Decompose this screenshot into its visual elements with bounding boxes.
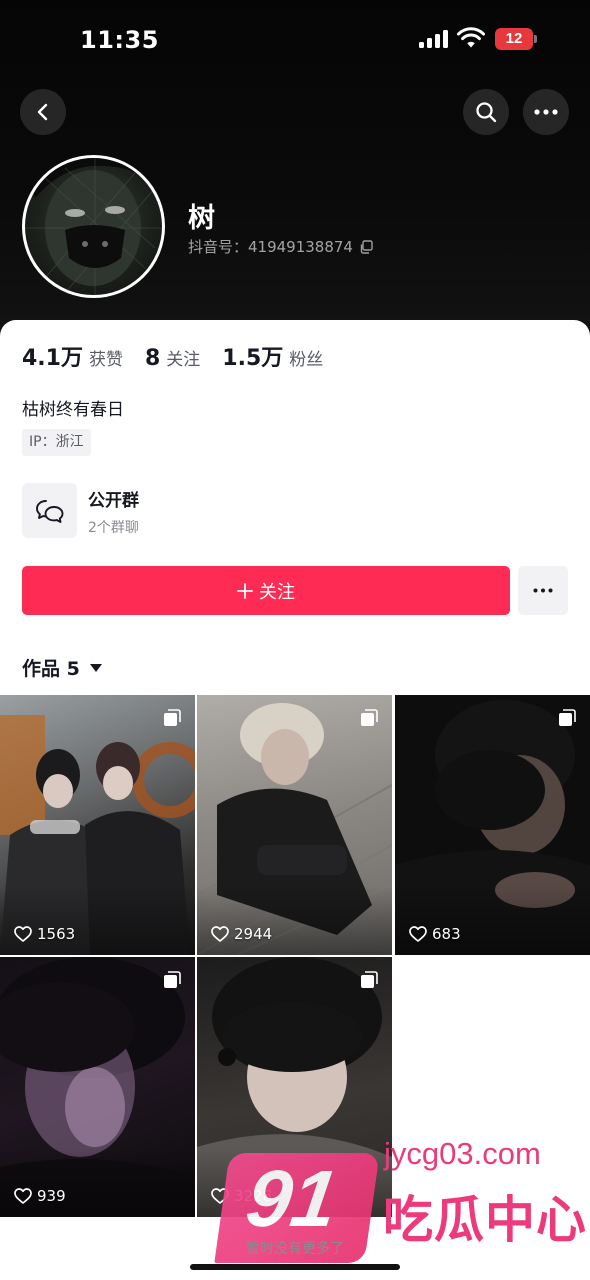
video-tile[interactable]: 683 [395,695,590,955]
video-tile[interactable]: 2944 [197,695,392,955]
stat-label: 关注 [166,350,201,370]
battery-icon: 12 [495,28,537,50]
douyin-id-text: 抖音号：41949138874 [188,238,353,256]
follow-button-label: 关注 [259,581,295,603]
video-tile[interactable]: 1563 [0,695,195,955]
avatar[interactable] [22,155,165,298]
group-title[interactable]: 公开群 [88,486,139,511]
works-tab-label: 作品 5 [22,658,80,680]
stat-label: 获赞 [88,350,123,370]
stat-value: 8 [144,346,161,371]
chevron-left-icon [37,103,48,121]
multi-image-icon [361,709,378,726]
more-dots-icon [533,588,553,593]
douyin-id-row: 抖音号：41949138874 [188,236,373,257]
status-bar: 11:35 12 [0,0,590,80]
video-likes: 2944 [211,925,272,943]
video-likes: 683 [409,925,461,943]
multi-image-icon [164,971,181,988]
plus-icon [237,582,253,599]
video-likes-count: 1563 [37,925,76,943]
more-dots-icon [534,109,558,115]
heart-icon [409,926,427,942]
search-button[interactable] [463,89,509,135]
group-chat-button[interactable] [22,483,77,538]
video-likes-count: 939 [37,1187,66,1205]
ip-location-tag: IP：浙江 [22,429,91,456]
more-actions-button[interactable] [518,566,568,615]
stat-value: 4.1万 [22,346,83,371]
cellular-signal-icon [419,30,449,48]
no-more-content-text: 暂时没有更多了 [246,1241,344,1257]
profile-bio: 枯树终有春日 [22,400,124,420]
watermark-logo-number: 91 [241,1154,343,1243]
heart-icon [14,926,32,942]
more-options-button[interactable] [523,89,569,135]
multi-image-icon [164,709,181,726]
video-likes: 1563 [14,925,75,943]
video-likes: 939 [14,1187,66,1205]
stat-label: 粉丝 [289,350,324,370]
caret-down-icon [89,663,102,672]
stat-likes[interactable]: 4.1万 获赞 [22,340,123,372]
copy-icon[interactable] [359,239,373,254]
status-time: 11:35 [80,26,159,54]
video-likes-count: 683 [432,925,461,943]
profile-stats: 4.1万 获赞 8 关注 1.5万 粉丝 [22,340,323,372]
search-icon [476,102,497,123]
stat-following[interactable]: 8 关注 [145,345,200,371]
chat-bubbles-icon [35,499,63,523]
group-subtitle: 2个群聊 [88,520,139,536]
avatar-image [25,158,162,295]
works-tab[interactable]: 作品 5 [22,654,102,681]
battery-level: 12 [495,28,533,50]
wifi-icon [457,27,485,48]
follow-button[interactable]: 关注 [22,566,510,615]
stat-value: 1.5万 [222,346,284,371]
video-likes-count: 2944 [234,925,273,943]
video-tile[interactable]: 939 [0,957,195,1217]
heart-icon [14,1188,32,1204]
watermark-site: jycg03.com [384,1136,541,1171]
multi-image-icon [559,709,576,726]
home-indicator[interactable] [190,1264,400,1270]
multi-image-icon [361,971,378,988]
heart-icon [211,926,229,942]
profile-nickname: 树 [188,203,215,234]
back-button[interactable] [20,89,66,135]
stat-followers[interactable]: 1.5万 粉丝 [222,340,323,372]
